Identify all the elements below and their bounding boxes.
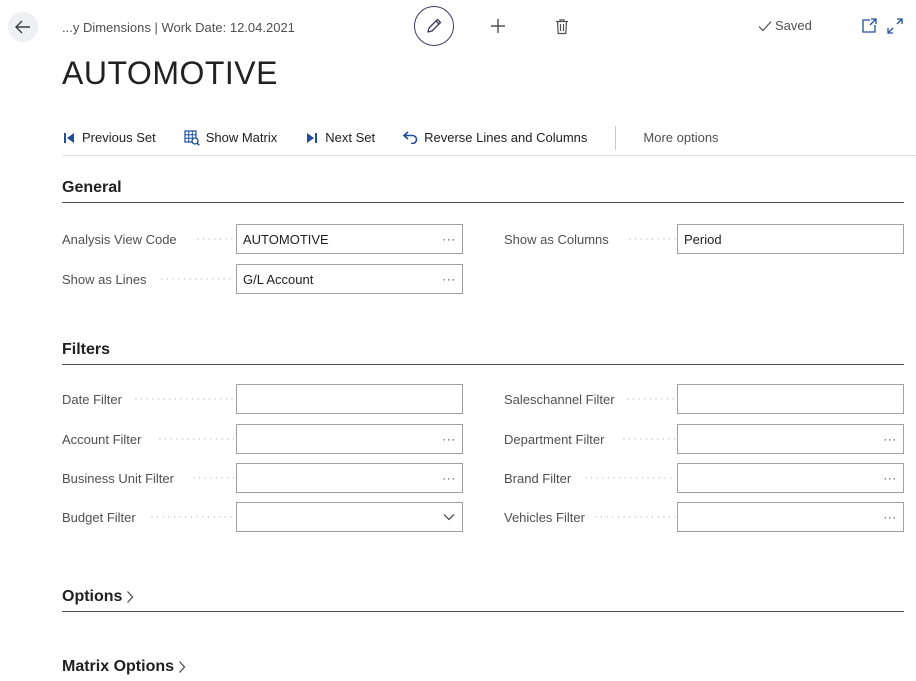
analysis-view-code-value: AUTOMOTIVE bbox=[243, 231, 329, 247]
show-as-columns-label: Show as Columns bbox=[504, 231, 609, 247]
date-filter-label: Date Filter bbox=[62, 391, 122, 407]
department-filter-label: Department Filter bbox=[504, 431, 605, 447]
open-in-new-window-button[interactable] bbox=[859, 16, 879, 36]
leader-dots: ·········· bbox=[626, 393, 676, 405]
vehicles-filter-field[interactable]: ··· bbox=[677, 502, 904, 532]
new-button[interactable] bbox=[486, 14, 510, 38]
budget-filter-label: Budget Filter bbox=[62, 509, 136, 525]
arrow-left-icon bbox=[15, 20, 30, 34]
account-filter-field[interactable]: ··· bbox=[236, 424, 463, 454]
options-section-header[interactable]: Options bbox=[62, 588, 134, 606]
saleschannel-filter-field[interactable] bbox=[677, 384, 904, 414]
undo-arrow-icon bbox=[403, 131, 418, 144]
saved-label: Saved bbox=[775, 18, 812, 33]
matrix-options-section-title: Matrix Options bbox=[62, 658, 175, 675]
edit-button[interactable] bbox=[414, 6, 454, 46]
saved-status: Saved bbox=[758, 18, 812, 33]
chevron-down-icon[interactable] bbox=[436, 513, 462, 521]
open-in-new-window-icon bbox=[862, 18, 877, 33]
back-button[interactable] bbox=[8, 12, 38, 42]
vehicles-filter-label: Vehicles Filter bbox=[504, 509, 585, 525]
business-unit-filter-field[interactable]: ··· bbox=[236, 463, 463, 493]
leader-dots: ················ bbox=[150, 511, 234, 523]
previous-set-icon bbox=[64, 132, 74, 143]
action-separator bbox=[615, 125, 617, 150]
expand-button[interactable] bbox=[885, 16, 905, 36]
previous-set-button[interactable]: Previous Set bbox=[62, 130, 156, 145]
lookup-ellipsis-icon[interactable]: ··· bbox=[877, 432, 903, 446]
reverse-lines-and-columns-button[interactable]: Reverse Lines and Columns bbox=[403, 130, 587, 145]
leader-dots: ·················· bbox=[584, 472, 676, 484]
brand-filter-field[interactable]: ··· bbox=[677, 463, 904, 493]
lookup-ellipsis-icon[interactable]: ··· bbox=[877, 471, 903, 485]
leader-dots: ·········· bbox=[628, 233, 676, 245]
leader-dots: ···················· bbox=[134, 393, 234, 405]
delete-button[interactable] bbox=[551, 14, 573, 38]
show-as-columns-field[interactable]: Period bbox=[677, 224, 904, 254]
chevron-right-icon bbox=[127, 591, 134, 603]
general-section-rule bbox=[62, 202, 904, 203]
saleschannel-filter-label: Saleschannel Filter bbox=[504, 391, 615, 407]
date-filter-field[interactable] bbox=[236, 384, 463, 414]
previous-set-label: Previous Set bbox=[82, 130, 156, 145]
leader-dots: ················ bbox=[594, 511, 676, 523]
department-filter-field[interactable]: ··· bbox=[677, 424, 904, 454]
show-as-lines-field[interactable]: G/L Account ··· bbox=[236, 264, 463, 294]
leader-dots: ········· bbox=[192, 472, 234, 484]
leader-dots: ·········· bbox=[622, 433, 676, 445]
more-options-button[interactable]: More options bbox=[643, 130, 718, 145]
leader-dots: ·············· bbox=[158, 433, 234, 445]
trash-icon bbox=[556, 18, 568, 34]
lookup-ellipsis-icon[interactable]: ··· bbox=[436, 272, 462, 286]
general-section-title[interactable]: General bbox=[62, 179, 122, 197]
action-bar: Previous Set Show Matrix Next Set Revers… bbox=[62, 120, 916, 156]
brand-filter-label: Brand Filter bbox=[504, 470, 572, 486]
leader-dots: ·········· bbox=[196, 233, 234, 245]
filters-section-rule bbox=[62, 364, 904, 365]
breadcrumb: ...y Dimensions | Work Date: 12.04.2021 bbox=[62, 20, 295, 35]
business-unit-filter-label: Business Unit Filter bbox=[62, 470, 174, 486]
show-as-columns-value: Period bbox=[684, 231, 722, 247]
leader-dots: ·············· bbox=[160, 273, 234, 285]
next-set-button[interactable]: Next Set bbox=[305, 130, 375, 145]
account-filter-label: Account Filter bbox=[62, 431, 142, 447]
next-set-label: Next Set bbox=[325, 130, 376, 145]
filters-section-title[interactable]: Filters bbox=[62, 341, 110, 359]
chevron-right-icon bbox=[179, 661, 186, 673]
budget-filter-dropdown[interactable] bbox=[236, 502, 463, 532]
lookup-ellipsis-icon[interactable]: ··· bbox=[436, 232, 462, 246]
show-as-lines-value: G/L Account bbox=[243, 271, 314, 287]
reverse-label: Reverse Lines and Columns bbox=[424, 130, 588, 145]
plus-icon bbox=[491, 19, 505, 33]
top-bar: ...y Dimensions | Work Date: 12.04.2021 … bbox=[0, 0, 916, 56]
expand-icon bbox=[887, 18, 903, 34]
show-matrix-button[interactable]: Show Matrix bbox=[184, 129, 278, 146]
pencil-icon bbox=[427, 18, 442, 33]
page-title: AUTOMOTIVE bbox=[62, 55, 278, 91]
analysis-view-code-field[interactable]: AUTOMOTIVE ··· bbox=[236, 224, 463, 254]
matrix-icon bbox=[184, 129, 200, 146]
lookup-ellipsis-icon[interactable]: ··· bbox=[436, 471, 462, 485]
checkmark-icon bbox=[758, 20, 772, 31]
options-section-title: Options bbox=[62, 588, 123, 605]
show-as-lines-label: Show as Lines bbox=[62, 271, 147, 287]
analysis-view-code-label: Analysis View Code bbox=[62, 231, 177, 247]
next-set-icon bbox=[307, 132, 318, 143]
show-matrix-label: Show Matrix bbox=[205, 130, 278, 145]
matrix-options-section-header[interactable]: Matrix Options bbox=[62, 658, 186, 676]
lookup-ellipsis-icon[interactable]: ··· bbox=[436, 432, 462, 446]
options-section-rule bbox=[62, 611, 904, 612]
lookup-ellipsis-icon[interactable]: ··· bbox=[877, 510, 903, 524]
